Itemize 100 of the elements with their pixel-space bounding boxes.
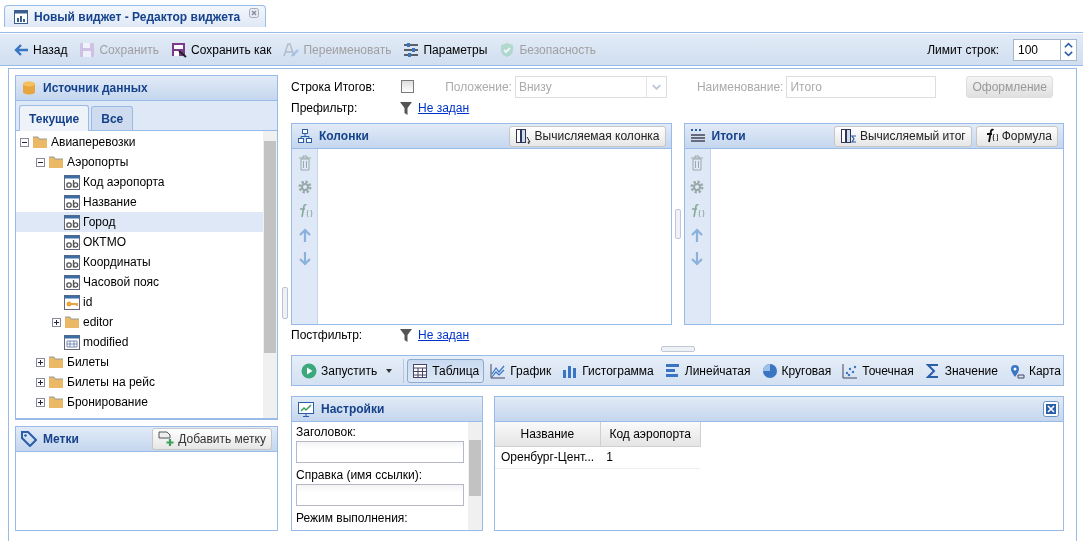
arrow-down-icon bbox=[296, 251, 313, 268]
tree-item[interactable]: Часовой пояс bbox=[16, 272, 263, 292]
scrollbar[interactable] bbox=[263, 131, 277, 418]
splitter-handle[interactable] bbox=[674, 209, 681, 240]
funnel-icon bbox=[399, 326, 413, 343]
key-field-icon bbox=[64, 294, 80, 310]
tree-item[interactable]: Билеты bbox=[16, 352, 263, 372]
arrow-up-icon bbox=[689, 227, 705, 244]
formula-button[interactable]: Формула bbox=[975, 125, 1058, 147]
view-button[interactable]: Значение bbox=[919, 358, 1003, 383]
tag-icon bbox=[21, 431, 37, 447]
tab[interactable]: Все bbox=[91, 106, 134, 130]
table-cell: Оренбург-Цент... bbox=[495, 446, 601, 469]
hierarchy-icon bbox=[297, 128, 313, 145]
columns-sigma-icon bbox=[839, 128, 856, 145]
plus-box-icon[interactable] bbox=[36, 357, 45, 367]
run-button[interactable]: Запустить bbox=[296, 358, 399, 383]
view-button[interactable]: Таблица bbox=[407, 358, 485, 383]
tag-plus-icon bbox=[158, 431, 175, 447]
gear-icon bbox=[296, 179, 313, 196]
tree-item[interactable]: ОКТМО bbox=[16, 232, 263, 252]
close-icon[interactable] bbox=[249, 7, 260, 18]
tree-item[interactable]: Город bbox=[16, 212, 263, 232]
view-button[interactable]: Гистограмма bbox=[557, 358, 659, 383]
tab[interactable]: Текущие bbox=[19, 105, 90, 131]
field-label: Строка Итогов: bbox=[291, 79, 376, 94]
numbered-list-icon bbox=[689, 128, 706, 145]
panel-title: Метки bbox=[43, 432, 79, 446]
splitter-handle[interactable] bbox=[660, 345, 695, 352]
filter-link[interactable]: Не задан bbox=[418, 101, 470, 116]
minus-box-icon[interactable] bbox=[36, 157, 45, 167]
filter-link[interactable]: Не задан bbox=[418, 327, 470, 342]
tree-item[interactable]: Координаты bbox=[16, 252, 263, 272]
view-button[interactable]: Линейчатая bbox=[659, 358, 756, 383]
plus-box-icon[interactable] bbox=[52, 317, 61, 327]
sigma-icon bbox=[924, 362, 941, 379]
floppy-pen-icon bbox=[171, 41, 188, 58]
database-icon bbox=[21, 80, 37, 96]
field-label: Заголовок: bbox=[296, 425, 357, 440]
field-label: Наименование: bbox=[696, 79, 784, 94]
tree-item[interactable]: editor bbox=[16, 312, 263, 332]
row-limit-field[interactable]: 100 bbox=[1013, 38, 1061, 61]
input-field[interactable] bbox=[296, 484, 464, 507]
play-icon bbox=[301, 362, 317, 379]
text-pen-icon bbox=[283, 41, 300, 58]
tree-item[interactable]: Код аэропорта bbox=[16, 172, 263, 192]
column-header[interactable]: Код аэропорта bbox=[600, 422, 701, 447]
field-label: Режим выполнения: bbox=[296, 511, 409, 526]
arrow-left-icon bbox=[13, 41, 29, 58]
minus-box-icon[interactable] bbox=[20, 137, 29, 147]
calculated-total-button[interactable]: Вычисляемый итог bbox=[833, 125, 972, 147]
pie-chart-icon bbox=[761, 362, 778, 379]
horizontal-bar-chart-icon bbox=[664, 362, 681, 379]
tree-item[interactable]: Название bbox=[16, 192, 263, 212]
text-field-icon bbox=[64, 194, 80, 210]
scrollbar[interactable] bbox=[468, 422, 482, 530]
view-button[interactable]: Точечная bbox=[837, 358, 919, 383]
panel-title: Итоги bbox=[711, 129, 746, 144]
tree-item[interactable]: id bbox=[16, 292, 263, 312]
tree-item[interactable]: Билеты на рейс bbox=[16, 372, 263, 392]
presentation-chart-icon bbox=[297, 401, 315, 418]
view-button[interactable]: График bbox=[485, 358, 557, 383]
view-button[interactable]: Карта bbox=[1003, 358, 1066, 383]
back-button[interactable]: Назад bbox=[8, 37, 73, 62]
plus-box-icon[interactable] bbox=[36, 397, 45, 407]
text-field-icon bbox=[64, 174, 80, 190]
window-tab[interactable]: Новый виджет - Редактор виджета bbox=[4, 5, 267, 27]
folder-icon bbox=[48, 394, 64, 410]
table-icon bbox=[412, 362, 429, 379]
parameters-button[interactable]: Параметры bbox=[398, 37, 493, 62]
field-label: Постфильтр: bbox=[291, 327, 364, 342]
tree-item[interactable]: Аэропорты bbox=[16, 152, 263, 172]
add-tag-button[interactable]: Добавить метку bbox=[152, 428, 272, 450]
folder-icon bbox=[32, 134, 48, 150]
text-field-icon bbox=[64, 254, 80, 270]
plus-box-icon[interactable] bbox=[36, 377, 45, 387]
trash-icon bbox=[297, 155, 312, 172]
panel-title: Колонки bbox=[319, 129, 369, 144]
tree-item[interactable]: Бронирование bbox=[16, 392, 263, 412]
chart-window-icon bbox=[13, 8, 29, 25]
tree-item[interactable]: Авиаперевозки bbox=[16, 132, 263, 152]
map-pin-icon bbox=[1008, 362, 1025, 379]
columns-cursor-icon bbox=[514, 128, 531, 145]
arrow-down-icon bbox=[689, 251, 705, 268]
spinner-icon[interactable] bbox=[1061, 38, 1077, 61]
text-field-icon bbox=[64, 234, 80, 250]
tree-item[interactable]: modified bbox=[16, 332, 263, 352]
collapse-handle[interactable] bbox=[281, 287, 288, 319]
shield-check-icon bbox=[499, 41, 516, 58]
checkbox[interactable] bbox=[401, 80, 415, 94]
field-label: Положение: bbox=[445, 79, 512, 94]
column-header[interactable]: Название bbox=[495, 422, 601, 447]
spreadsheet-export-icon[interactable] bbox=[1043, 401, 1059, 418]
save-as-button[interactable]: Сохранить как bbox=[166, 37, 277, 62]
panel-title: Источник данных bbox=[43, 81, 148, 95]
line-chart-icon bbox=[490, 362, 507, 379]
input-field[interactable] bbox=[296, 441, 464, 464]
calculated-column-button[interactable]: Вычисляемая колонка bbox=[508, 125, 666, 147]
function-icon bbox=[689, 203, 705, 220]
view-button[interactable]: Круговая bbox=[756, 358, 837, 383]
